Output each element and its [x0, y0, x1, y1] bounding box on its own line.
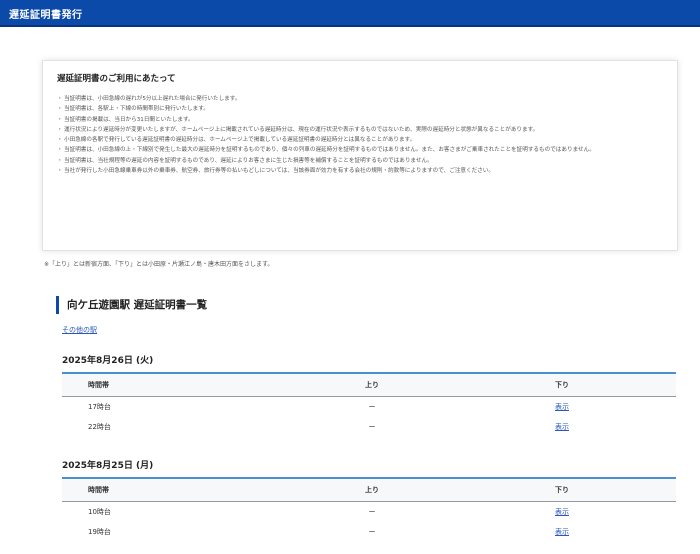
time-cell: 10時台 [88, 508, 111, 516]
up-cell: ー [368, 423, 376, 431]
notice-item: 当証明書は、当社規程等の遅延の内容を証明するものであり、遅延によりお客さまに生じ… [57, 157, 667, 167]
notice-list: 当証明書は、小田急線の遅れが5分以上遅れた場合に発行いたします。 当証明書は、各… [57, 95, 667, 177]
table-row: 17時台 ー 表示 [62, 397, 676, 417]
notice-title: 遅延証明書のご利用にあたって [57, 74, 176, 84]
table-header: 時間帯 上り 下り [62, 374, 676, 397]
notice-item: 当証明書の掲載は、当日から31日間といたします。 [57, 116, 667, 126]
col-down-header: 下り [555, 486, 569, 494]
time-cell: 19時台 [88, 528, 111, 536]
table-header: 時間帯 上り 下り [62, 479, 676, 502]
notice-item: 運行状況により遅延時分が変更いたしますが、ホームページ上に掲載されている遅延時分… [57, 126, 667, 136]
show-down-link[interactable]: 表示 [550, 502, 574, 522]
date-heading: 2025年8月26日 (火) [62, 356, 154, 366]
show-down-link[interactable]: 表示 [550, 522, 574, 542]
notice-item: 当証明書は、小田急線の上・下線別で発生した最大の遅延時分を証明するものであり、個… [57, 146, 667, 156]
notice-item: 小田急線の各駅で発行している遅延証明書の遅延時分は、ホームページ上で掲載している… [57, 136, 667, 146]
page-title: 向ケ丘遊園駅 遅延証明書一覧 [56, 296, 207, 314]
col-up-header: 上り [365, 381, 379, 389]
direction-footnote: ※「上り」とは新宿方面、「下り」とは小田原・片瀬江ノ島・唐木田方面をさします。 [44, 261, 274, 268]
header-bar: 遅延証明書発行 [0, 0, 700, 27]
delay-table: 時間帯 上り 下り 17時台 ー 表示 22時台 ー 表示 [62, 372, 676, 437]
table-row: 22時台 ー 表示 [62, 417, 676, 437]
delay-table: 時間帯 上り 下り 10時台 ー 表示 19時台 ー 表示 [62, 477, 676, 542]
header-title: 遅延証明書発行 [9, 10, 83, 21]
col-time-header: 時間帯 [88, 486, 109, 494]
col-down-header: 下り [555, 381, 569, 389]
show-down-link[interactable]: 表示 [550, 397, 574, 417]
time-cell: 22時台 [88, 423, 111, 431]
notice-item: 当社が発行した小田急線乗車券以外の乗車券、航空券、旅行券等の払いもどしについては… [57, 167, 667, 177]
time-cell: 17時台 [88, 403, 111, 411]
table-row: 10時台 ー 表示 [62, 502, 676, 522]
notice-box: 遅延証明書のご利用にあたって 当証明書は、小田急線の遅れが5分以上遅れた場合に発… [42, 60, 678, 251]
col-time-header: 時間帯 [88, 381, 109, 389]
other-stations-link[interactable]: その他の駅 [62, 325, 97, 335]
date-heading: 2025年8月25日 (月) [62, 461, 154, 471]
table-row: 19時台 ー 表示 [62, 522, 676, 542]
up-cell: ー [368, 528, 376, 536]
notice-item: 当証明書は、各駅上・下線の時間帯別に発行いたします。 [57, 105, 667, 115]
up-cell: ー [368, 403, 376, 411]
up-cell: ー [368, 508, 376, 516]
notice-item: 当証明書は、小田急線の遅れが5分以上遅れた場合に発行いたします。 [57, 95, 667, 105]
col-up-header: 上り [365, 486, 379, 494]
show-down-link[interactable]: 表示 [550, 417, 574, 437]
